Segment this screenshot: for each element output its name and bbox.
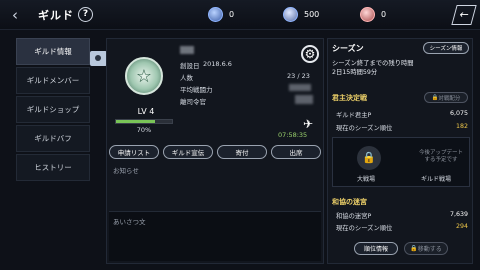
application-list-button[interactable]: 申請リスト — [109, 145, 159, 159]
king-rank-label: 現在のシーズン順位 — [336, 125, 393, 132]
greeting-label: あいさつ文 — [113, 218, 146, 226]
members-label: 人数 — [180, 74, 193, 82]
rank-info-button[interactable]: 順位情報 — [354, 242, 398, 255]
avg-power-label: 平均戦闘力 — [180, 86, 213, 94]
lock-icon: 🔒 — [431, 94, 439, 101]
currency-diamond-value: 0 — [229, 9, 235, 19]
exp-percent: 70% — [136, 126, 152, 134]
gear-icon[interactable]: ⚙ — [301, 45, 319, 63]
guild-name-redacted — [180, 46, 194, 54]
commander-label: 離司令官 — [180, 98, 206, 106]
king-point-label: ギルド君主P — [336, 112, 372, 119]
currency-coin-value: 500 — [304, 9, 320, 19]
season-panel: シーズン シーズン情報 シーズン終了までの残り時間 2日15時間59分 君主決定… — [327, 38, 473, 264]
founded-label: 創設日 — [180, 62, 200, 70]
donate-button[interactable]: 寄付 — [217, 145, 267, 159]
currency-drop: 0 — [360, 6, 386, 22]
attendance-run-icon: ✈ — [303, 117, 314, 131]
king-rank-value: 182 — [455, 123, 468, 130]
diamond-icon — [208, 6, 223, 22]
coin-icon — [283, 6, 298, 22]
page-title: ギルド — [38, 9, 74, 22]
guild-level: LV 4 — [137, 107, 155, 116]
notice-label: お知らせ — [113, 167, 139, 175]
top-bar: ‹ ギルド ? 0 500 0 ← — [0, 0, 480, 30]
move-button-label: 移動する — [417, 246, 442, 253]
maze-point-label: 和協の迷宮P — [336, 213, 372, 220]
sidebar-item-guild-info[interactable]: ギルド情報 — [16, 38, 90, 65]
battle-area: 🔒 大戦場 ギルド戦場 今後アップデートする予定です — [332, 137, 470, 187]
maze-rank-value: 294 — [455, 223, 468, 230]
currency-diamond: 0 — [208, 6, 234, 22]
maze-rank-label: 現在のシーズン順位 — [336, 225, 393, 232]
currency-drop-value: 0 — [381, 9, 387, 19]
back-arrow-icon[interactable]: ‹ — [6, 6, 24, 24]
season-title: シーズン — [332, 44, 364, 53]
exp-progress-fill — [116, 120, 156, 123]
guild-emblem — [125, 57, 163, 95]
sidebar-item-guild-members[interactable]: ギルドメンバー — [16, 67, 90, 94]
guild-battle-label: ギルド戦場 — [421, 176, 452, 183]
commander-redacted — [295, 95, 313, 104]
great-battle-label: 大戦場 — [357, 176, 376, 183]
king-section-title: 君主決定戦 — [332, 94, 367, 102]
exp-progress-bar — [115, 119, 173, 124]
menu-icon[interactable]: ← — [451, 5, 477, 25]
maze-point-row: 和協の迷宮P 7,639 — [336, 211, 468, 220]
currency-coin: 500 — [283, 6, 319, 22]
king-point-row: ギルド君主P 6,075 — [336, 110, 468, 119]
camera-icon[interactable] — [90, 51, 107, 66]
guild-info-panel: 創設日 2018.6.6 人数 23 / 23 平均戦闘力 離司令官 ⚙ LV … — [106, 38, 324, 264]
sidebar-item-guild-shop[interactable]: ギルドショップ — [16, 96, 90, 123]
sidebar: ギルド情報 ギルドメンバー ギルドショップ ギルドバフ ヒストリー — [16, 38, 90, 183]
season-remaining-value: 2日15時間59分 — [332, 69, 378, 76]
coming-soon-text: 今後アップデートする予定です — [419, 150, 464, 163]
greeting-box: あいさつ文 — [109, 211, 321, 261]
match-distribution-label: 対戦配分 — [438, 95, 461, 102]
sidebar-item-guild-buff[interactable]: ギルドバフ — [16, 125, 90, 152]
lock-icon: 🔒 — [410, 245, 418, 252]
season-info-button[interactable]: シーズン情報 — [423, 42, 469, 54]
sidebar-item-history[interactable]: ヒストリー — [16, 154, 90, 181]
attendance-button[interactable]: 出席 — [271, 145, 321, 159]
lock-icon: 🔒 — [357, 146, 381, 170]
drop-icon — [360, 6, 375, 22]
members-value: 23 / 23 — [287, 72, 310, 80]
founded-value: 2018.6.6 — [203, 60, 232, 68]
avg-power-redacted — [289, 84, 311, 91]
season-remaining-label: シーズン終了までの残り時間 — [332, 60, 414, 67]
match-distribution-button[interactable]: 🔒 対戦配分 — [424, 92, 468, 103]
king-point-value: 6,075 — [449, 110, 468, 117]
maze-section-title: 和協の迷宮 — [332, 198, 367, 206]
maze-point-value: 7,639 — [449, 211, 468, 218]
move-button[interactable]: 🔒 移動する — [404, 242, 448, 255]
attendance-timer: 07:58:35 — [278, 131, 308, 139]
maze-rank-row: 現在のシーズン順位 294 — [336, 223, 468, 232]
help-icon[interactable]: ? — [78, 7, 93, 22]
guild-promotion-button[interactable]: ギルド宣伝 — [163, 145, 213, 159]
king-rank-row: 現在のシーズン順位 182 — [336, 123, 468, 132]
